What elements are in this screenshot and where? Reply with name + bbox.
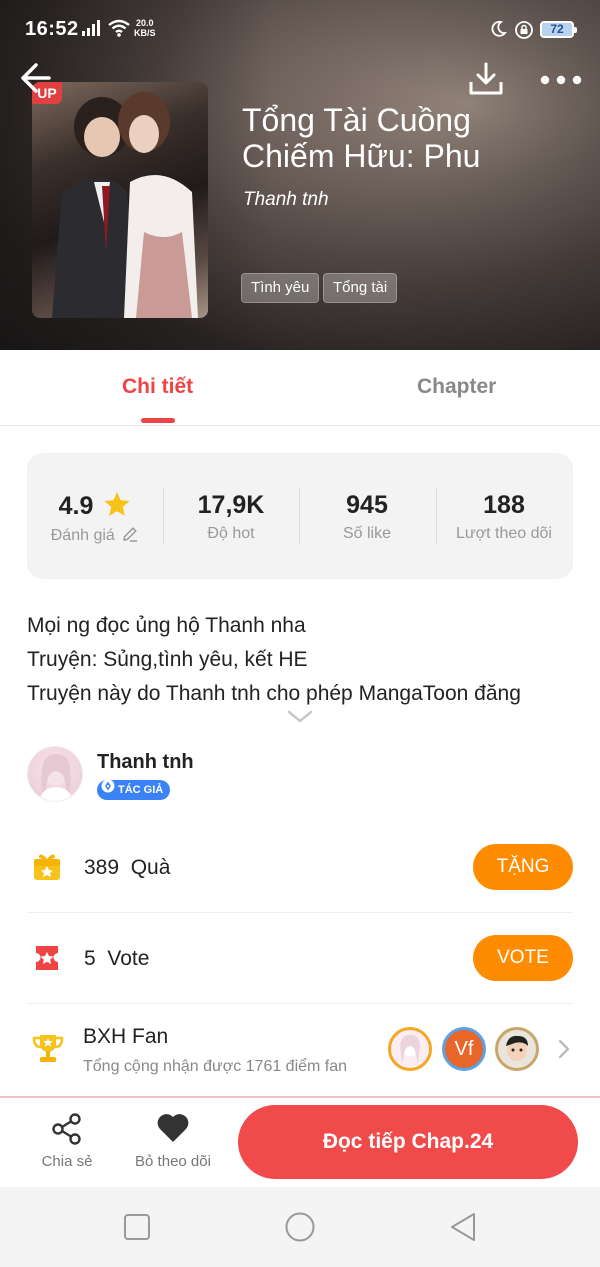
author-badge: TÁC GIẢ [97, 779, 171, 800]
description-line: Truyện này do Thanh tnh cho phép MangaTo… [27, 682, 521, 705]
unfollow-label: Bỏ theo dõi [135, 1153, 211, 1170]
description-line: Truyện: Sủng,tình yêu, kết HE [27, 648, 308, 671]
book-description[interactable]: Mọi ng đọc ủng hộ Thanh nha Truyện: Sủng… [27, 609, 577, 711]
vote-ticket-icon [31, 942, 63, 979]
pen-nib-icon [101, 779, 115, 800]
share-icon [50, 1112, 84, 1151]
gift-row: 389 Quà TẶNG [27, 823, 573, 913]
vote-count-number: 5 [84, 947, 96, 970]
network-speed-unit: KB/S [134, 28, 156, 38]
tab-chapter[interactable]: Chapter [417, 375, 496, 399]
recent-apps-button[interactable] [121, 1211, 153, 1243]
stat-rating-value: 4.9 [27, 491, 163, 521]
trophy-icon [31, 1031, 65, 1070]
wifi-icon [107, 19, 131, 42]
stat-likes-value: 945 [346, 491, 388, 519]
network-speed-value: 20.0 [135, 18, 154, 28]
square-icon [124, 1214, 150, 1240]
stat-followers: 188 Lượt theo dõi [436, 453, 572, 579]
download-button[interactable] [467, 60, 509, 100]
fan-avatar-illustration [400, 1034, 420, 1064]
star-icon [104, 492, 130, 516]
give-gift-button[interactable]: TẶNG [473, 844, 573, 890]
fan-ranking-row[interactable]: BXH Fan Tổng cộng nhận được 1761 điểm fa… [27, 1005, 573, 1095]
unfollow-button[interactable]: Bỏ theo dõi [128, 1098, 218, 1187]
fan-ranking-subtitle: Tổng cộng nhận được 1761 điểm fan [83, 1058, 348, 1075]
vote-count-label: Vote [107, 947, 150, 970]
avatar-illustration [38, 753, 74, 801]
gift-icon [31, 851, 63, 888]
stats-panel: 4.9 Đánh giá 17,9K Độ hot 945 Số like 18… [27, 453, 573, 579]
tab-bar: Chi tiết Chapter [0, 350, 600, 426]
edit-pencil-icon [123, 527, 138, 542]
rating-label-text: Đánh giá [50, 527, 115, 544]
book-author[interactable]: Thanh tnh [243, 189, 329, 211]
stat-followers-label: Lượt theo dõi [456, 525, 552, 542]
gift-count: 389 Quà [84, 856, 170, 880]
download-icon [469, 62, 503, 95]
more-dots-icon [540, 75, 582, 85]
author-avatar[interactable] [27, 746, 83, 802]
stat-hot-label: Độ hot [207, 525, 255, 542]
moon-icon [489, 20, 507, 43]
continue-reading-button[interactable]: Đọc tiếp Chap.24 [238, 1105, 578, 1179]
expand-description-button[interactable] [287, 710, 313, 729]
genre-tag[interactable]: Tình yêu [241, 273, 320, 303]
battery-indicator: 72 [540, 21, 577, 38]
system-navigation-bar [0, 1187, 600, 1267]
stat-followers-value: 188 [483, 491, 525, 519]
home-button[interactable] [284, 1211, 316, 1243]
fan-ranking-title: BXH Fan [83, 1025, 169, 1048]
cover-illustration [52, 92, 198, 318]
vote-count: 5 Vote [84, 947, 149, 971]
status-bar: 16:52 20.0 KB/S 72 [0, 0, 600, 62]
gift-count-label: Quà [130, 856, 171, 879]
bottom-action-bar: Chia sẻ Bỏ theo dõi Đọc tiếp Chap.24 [0, 1098, 600, 1187]
stat-hot: 17,9K Độ hot [163, 453, 299, 579]
genre-tag[interactable]: Tổng tài [323, 273, 398, 303]
description-line: Mọi ng đọc ủng hộ Thanh nha [27, 614, 306, 637]
signal-icon [82, 20, 104, 41]
top-fan-avatar[interactable] [388, 1027, 432, 1071]
share-label: Chia sẻ [41, 1153, 93, 1170]
stat-likes-label: Số like [342, 525, 392, 542]
gift-count-number: 389 [84, 856, 120, 879]
stat-likes: 945 Số like [299, 453, 435, 579]
triangle-back-icon [451, 1213, 475, 1241]
stat-rating-label: Đánh giá [27, 525, 163, 545]
lock-icon [514, 20, 534, 45]
top-fan-avatar[interactable] [495, 1027, 539, 1071]
network-speed: 20.0 KB/S [134, 18, 156, 38]
circle-icon [285, 1212, 315, 1242]
book-title: Tổng Tài Cuồng Chiếm Hữu: Phu [242, 102, 481, 174]
author-name[interactable]: Thanh tnh [97, 751, 194, 774]
back-button[interactable] [18, 60, 60, 100]
vote-button[interactable]: VOTE [473, 935, 573, 981]
stat-rating[interactable]: 4.9 Đánh giá [27, 453, 163, 579]
status-time: 16:52 [25, 18, 79, 40]
top-fan-avatar[interactable]: Vf [442, 1027, 486, 1071]
share-button[interactable]: Chia sẻ [22, 1098, 112, 1187]
vote-row: 5 Vote VOTE [27, 914, 573, 1004]
back-arrow-icon [21, 63, 51, 93]
active-tab-indicator [141, 418, 175, 423]
chevron-down-icon [287, 710, 313, 723]
more-options-button[interactable] [538, 64, 588, 98]
fan-avatar-illustration [506, 1035, 528, 1061]
system-back-button[interactable] [447, 1211, 479, 1243]
heart-icon [156, 1112, 190, 1149]
rating-number: 4.9 [58, 492, 94, 520]
tab-detail[interactable]: Chi tiết [122, 375, 193, 399]
book-cover: UP [32, 82, 208, 318]
author-badge-label: TÁC GIẢ [118, 784, 164, 796]
stat-hot-value: 17,9K [197, 491, 265, 519]
chevron-right-icon [557, 1038, 571, 1065]
